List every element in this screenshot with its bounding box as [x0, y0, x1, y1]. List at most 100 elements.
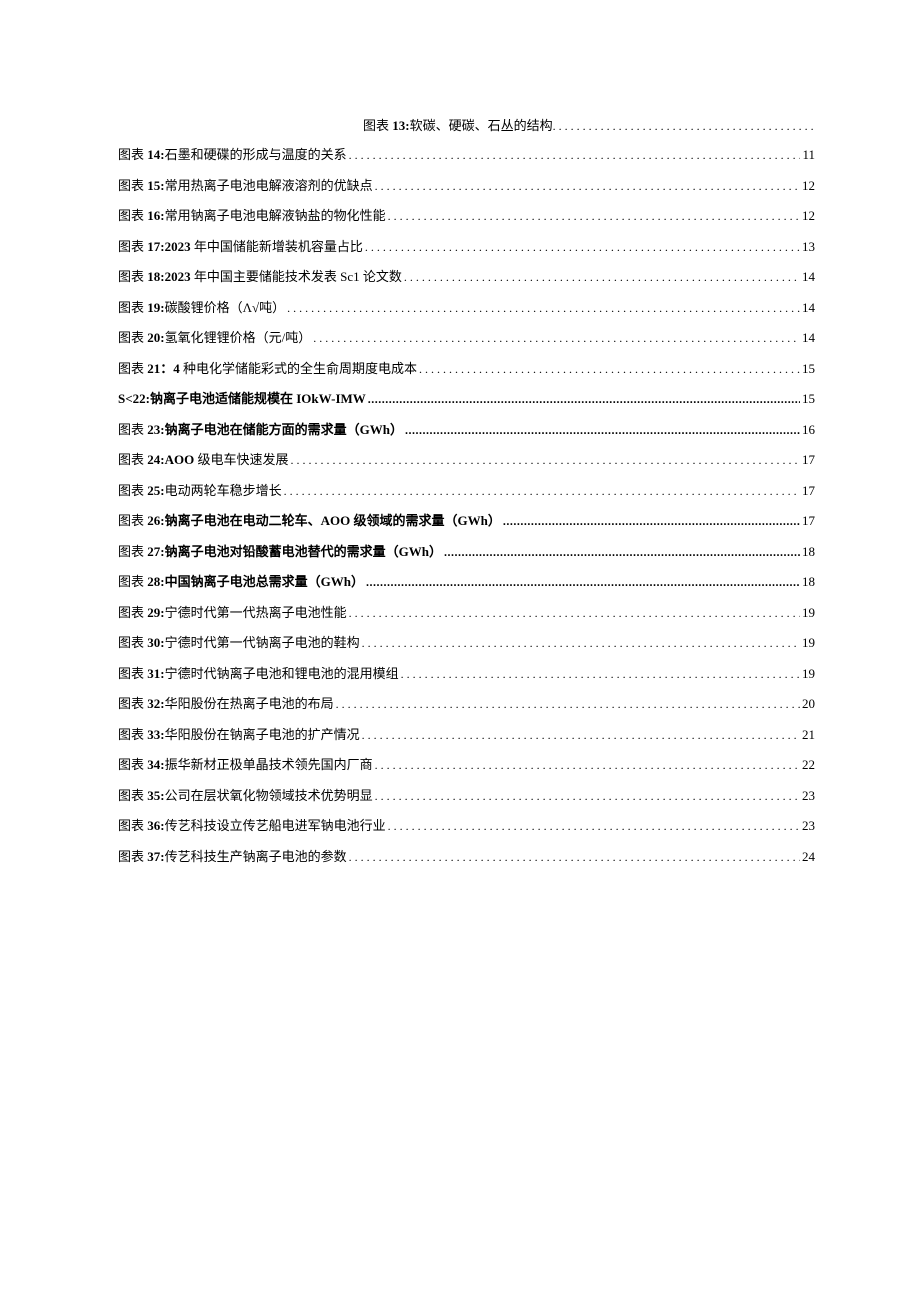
toc-leader-dots	[287, 298, 800, 318]
toc-leader-dots	[444, 542, 800, 562]
toc-entry: 图表 19:碳酸锂价格（Λ√吨） 14	[118, 298, 815, 318]
toc-entry: 图表 16:常用钠离子电池电解液钠盐的物化性能 12	[118, 206, 815, 226]
toc-entry: 图表 28:中国钠离子电池总需求量（GWh） 18	[118, 572, 815, 592]
toc-entry: 图表 14:石墨和硬碟的形成与温度的关系 11	[118, 145, 815, 165]
toc-leader-dots	[503, 511, 800, 531]
toc-entry: 图表 17:2023 年中国储能新增装机容量占比 13	[118, 237, 815, 257]
toc-entry: 图表 26:钠离子电池在电动二轮车、AOO 级领域的需求量（GWh） 17	[118, 511, 815, 531]
toc-page-number: 17	[802, 511, 815, 531]
toc-page-number: 12	[802, 176, 815, 196]
toc-leader-dots	[362, 633, 800, 653]
toc-entry: 图表 20:氢氧化锂锂价格（元/吨） 14	[118, 328, 815, 348]
toc-leader-dots	[365, 237, 800, 257]
toc-entry-label: 图表 32:华阳股份在热离子电池的布局	[118, 694, 334, 714]
toc-page-number: 19	[802, 603, 815, 623]
toc-entry: 图表 18:2023 年中国主要储能技术发表 Sc1 论文数 14	[118, 267, 815, 287]
toc-entry-label: 图表 27:钠离子电池对铅酸蓄电池替代的需求量（GWh）	[118, 542, 442, 562]
toc-entry-label: 图表 25:电动两轮车稳步增长	[118, 481, 282, 501]
toc-entry-label: 图表 23:钠离子电池在储能方面的需求量（GWh）	[118, 420, 403, 440]
toc-entry-label: 图表 37:传艺科技生产钠离子电池的参数	[118, 847, 347, 867]
toc-entry: 图表 34:振华新材正极单晶技术领先国内厂商 22	[118, 755, 815, 775]
toc-entry-label: 图表 21：4 种电化学储能彩式的全生俞周期度电成本	[118, 359, 417, 379]
toc-page-number: 16	[802, 420, 815, 440]
toc-entry: 图表 37:传艺科技生产钠离子电池的参数 24	[118, 847, 815, 867]
toc-entry: 图表 36:传艺科技设立传艺船电进军钠电池行业 23	[118, 816, 815, 836]
toc-entry: 图表 35:公司在层状氧化物领域技术优势明显 23	[118, 786, 815, 806]
toc-leader-dots	[336, 694, 800, 714]
toc-leader-dots: . . . . . . . . . . . . . . . . . . . . …	[553, 119, 815, 133]
toc-entry-label: 图表 31:宁德时代钠离子电池和锂电池的混用模组	[118, 664, 399, 684]
toc-entry-label: 图表 34:振华新材正极单晶技术领先国内厂商	[118, 755, 373, 775]
toc-leader-dots	[284, 481, 800, 501]
toc-page-number: 11	[802, 145, 815, 165]
toc-page-number: 14	[802, 328, 815, 348]
toc-page-number: 18	[802, 572, 815, 592]
toc-entry: 图表 25:电动两轮车稳步增长 17	[118, 481, 815, 501]
toc-entry: 图表 21：4 种电化学储能彩式的全生俞周期度电成本 15	[118, 359, 815, 379]
toc-page-number: 21	[802, 725, 815, 745]
toc-leader-dots	[405, 420, 800, 440]
toc-page-number: 12	[802, 206, 815, 226]
toc-page-number: 17	[802, 481, 815, 501]
toc-entry-label: 图表 19:碳酸锂价格（Λ√吨）	[118, 298, 285, 318]
toc-entry: S<22:钠离子电池适储能规模在 IOkW-IMW 15	[118, 389, 815, 409]
toc-entry-label: 图表 30:宁德时代第一代钠离子电池的鞋构	[118, 633, 360, 653]
toc-leader-dots	[388, 816, 800, 836]
toc-leader-dots	[290, 450, 800, 470]
toc-leader-dots	[375, 755, 800, 775]
toc-entry-label: 图表 17:2023 年中国储能新增装机容量占比	[118, 237, 363, 257]
toc-entry-label: 图表 14:石墨和硬碟的形成与温度的关系	[118, 145, 347, 165]
toc-entry-label: 图表 36:传艺科技设立传艺船电进军钠电池行业	[118, 816, 386, 836]
toc-entry: 图表 24:AOO 级电车快速发展 17	[118, 450, 815, 470]
toc-page-number: 15	[802, 359, 815, 379]
toc-entry-label: 图表 15:常用热离子电池电解液溶剂的优缺点	[118, 176, 373, 196]
toc-leader-dots	[419, 359, 800, 379]
toc-entry: 图表 29:宁德时代第一代热离子电池性能 19	[118, 603, 815, 623]
toc-entry: 图表 15:常用热离子电池电解液溶剂的优缺点 12	[118, 176, 815, 196]
toc-leader-dots	[349, 847, 800, 867]
toc-page-number: 19	[802, 664, 815, 684]
toc-leader-dots	[349, 145, 801, 165]
toc-leader-dots	[313, 328, 800, 348]
toc-entry-label: 图表 24:AOO 级电车快速发展	[118, 450, 288, 470]
toc-entry-label: 图表 35:公司在层状氧化物领域技术优势明显	[118, 786, 373, 806]
toc-leader-dots	[375, 786, 800, 806]
toc-entry: 图表 30:宁德时代第一代钠离子电池的鞋构 19	[118, 633, 815, 653]
toc-first-entry: 图表 13:软碳、硬碳、石丛的结构. . . . . . . . . . . .…	[118, 115, 815, 134]
table-of-contents: 图表 14:石墨和硬碟的形成与温度的关系 11 图表 15:常用热离子电池电解液溶剂…	[118, 145, 815, 866]
toc-page-number: 19	[802, 633, 815, 653]
toc-leader-dots	[362, 725, 800, 745]
toc-entry-label: 图表 18:2023 年中国主要储能技术发表 Sc1 论文数	[118, 267, 402, 287]
toc-entry: 图表 27:钠离子电池对铅酸蓄电池替代的需求量（GWh） 18	[118, 542, 815, 562]
toc-page-number: 20	[802, 694, 815, 714]
toc-leader-dots	[404, 267, 800, 287]
toc-leader-dots	[375, 176, 800, 196]
toc-entry-label: 图表 29:宁德时代第一代热离子电池性能	[118, 603, 347, 623]
toc-entry-label: 图表 33:华阳股份在钠离子电池的扩产情况	[118, 725, 360, 745]
toc-leader-dots	[349, 603, 800, 623]
toc-leader-dots	[368, 389, 800, 409]
toc-page-number: 24	[802, 847, 815, 867]
toc-page-number: 15	[802, 389, 815, 409]
toc-entry-label: 图表 16:常用钠离子电池电解液钠盐的物化性能	[118, 206, 386, 226]
toc-page-number: 14	[802, 298, 815, 318]
toc-entry: 图表 32:华阳股份在热离子电池的布局 20	[118, 694, 815, 714]
toc-page-number: 23	[802, 786, 815, 806]
toc-page-number: 14	[802, 267, 815, 287]
toc-entry: 图表 31:宁德时代钠离子电池和锂电池的混用模组 19	[118, 664, 815, 684]
toc-entry-label: 图表 13:软碳、硬碳、石丛的结构	[363, 118, 553, 133]
toc-page-number: 22	[802, 755, 815, 775]
toc-page-number: 23	[802, 816, 815, 836]
toc-leader-dots	[388, 206, 800, 226]
toc-entry-label: S<22:钠离子电池适储能规模在 IOkW-IMW	[118, 389, 366, 409]
toc-entry-label: 图表 28:中国钠离子电池总需求量（GWh）	[118, 572, 364, 592]
toc-entry: 图表 33:华阳股份在钠离子电池的扩产情况 21	[118, 725, 815, 745]
toc-entry-label: 图表 20:氢氧化锂锂价格（元/吨）	[118, 328, 311, 348]
toc-page-number: 17	[802, 450, 815, 470]
toc-entry-label: 图表 26:钠离子电池在电动二轮车、AOO 级领域的需求量（GWh）	[118, 511, 501, 531]
toc-leader-dots	[366, 572, 800, 592]
toc-page-number: 13	[802, 237, 815, 257]
toc-page-number: 18	[802, 542, 815, 562]
toc-leader-dots	[401, 664, 800, 684]
toc-entry: 图表 23:钠离子电池在储能方面的需求量（GWh） 16	[118, 420, 815, 440]
